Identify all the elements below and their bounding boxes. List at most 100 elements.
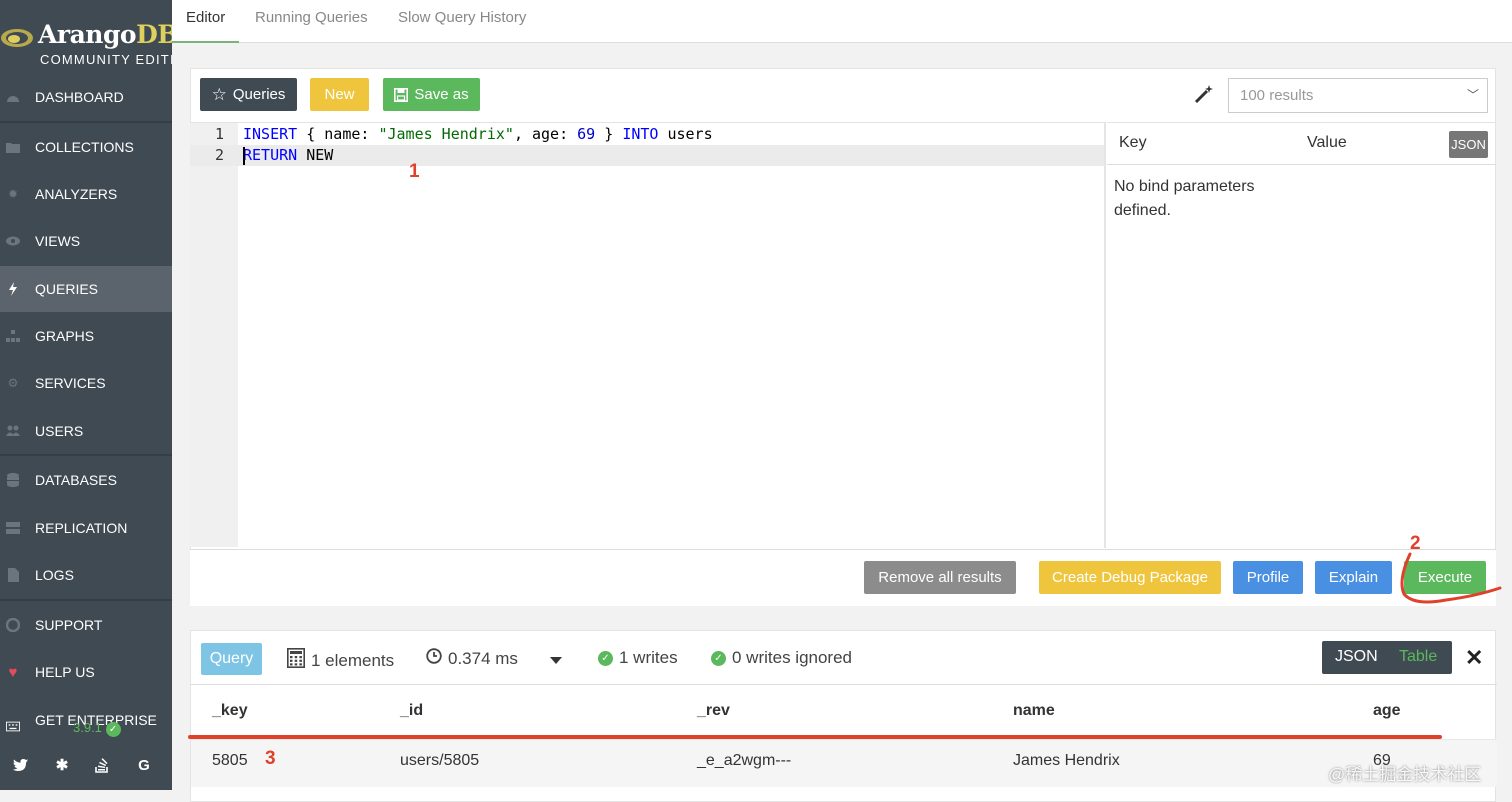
bolt-icon [6, 282, 20, 296]
bind-parameters-panel: Key Value JSON No bind parameters define… [1107, 122, 1496, 548]
cell-rev: _e_a2wgm--- [697, 752, 792, 769]
line-number: 1 [214, 125, 224, 143]
database-icon [6, 473, 20, 487]
sidebar-item-label: LOGS [35, 567, 74, 583]
tab-running-queries[interactable]: Running Queries [255, 0, 368, 43]
sidebar-item-label: GRAPHS [35, 328, 95, 344]
eye-icon [6, 234, 20, 248]
writes-ignored-count: 0 writes ignored [732, 648, 853, 667]
bind-parameters-header: Key Value JSON [1107, 123, 1496, 165]
check-icon: ✓ [105, 722, 121, 737]
star-icon: ☆ [211, 84, 227, 104]
code-token: users [658, 125, 713, 143]
users-icon [6, 424, 20, 438]
annotation-circle [1400, 552, 1502, 604]
edition-label: COMMUNITY EDITION [40, 52, 172, 67]
table-view-button[interactable]: Table [1399, 648, 1437, 666]
queries-button[interactable]: ☆ Queries [200, 78, 297, 111]
new-button[interactable]: New [310, 78, 369, 111]
slack-icon[interactable]: ✱ [52, 755, 72, 775]
clock-icon [426, 648, 442, 669]
code-token: INTO [622, 125, 659, 143]
code-token: "James Hendrix" [378, 125, 514, 143]
bind-json-button[interactable]: JSON [1449, 131, 1488, 158]
google-icon[interactable]: G [134, 755, 154, 775]
sidebar-item-views[interactable]: VIEWS [0, 218, 172, 264]
code-line: RETURN NEW [243, 146, 333, 164]
key-column-header: Key [1119, 134, 1147, 151]
code-token: , age: [513, 125, 578, 143]
annotation-3: 3 [265, 748, 276, 769]
sidebar-item-help-us[interactable]: ♥ HELP US [0, 649, 172, 695]
chevron-down-icon: ﹀ [1466, 88, 1479, 102]
results-panel: Query 1 elements 0.374 ms ✓ 1 writes ✓ 0… [190, 630, 1497, 802]
divider [0, 599, 172, 601]
file-icon [6, 568, 20, 582]
sidebar-item-label: SUPPORT [35, 617, 103, 633]
sidebar-item-analyzers[interactable]: ✹ ANALYZERS [0, 171, 172, 217]
divider [0, 454, 172, 456]
results-limit-select[interactable]: 100 results ﹀ [1228, 78, 1488, 113]
caret-down-icon[interactable] [550, 652, 562, 670]
logo-accent: DB [136, 20, 172, 49]
sidebar-item-services[interactable]: ⚙ SERVICES [0, 360, 172, 406]
query-badge[interactable]: Query [201, 643, 262, 675]
magic-wand-icon[interactable] [1194, 84, 1214, 109]
sidebar-item-label: ANALYZERS [35, 186, 118, 202]
gear-icon: ✹ [7, 187, 19, 201]
code-token: 69 [577, 125, 596, 143]
tab-editor[interactable]: Editor [172, 0, 240, 43]
version-number: 3.9.1 [73, 720, 102, 735]
check-circle-icon: ✓ [598, 650, 613, 666]
tab-slow-query-history[interactable]: Slow Query History [398, 0, 526, 43]
calculator-icon [287, 648, 305, 673]
save-as-label: Save as [414, 86, 469, 103]
sidebar-item-support[interactable]: SUPPORT [0, 602, 172, 648]
dashboard-icon [6, 90, 20, 104]
twitter-icon[interactable] [10, 755, 30, 775]
code-token: RETURN [243, 146, 298, 164]
cell-id: users/5805 [400, 752, 480, 769]
sidebar-item-label: COLLECTIONS [35, 139, 134, 155]
column-header-rev: _rev [697, 702, 730, 719]
sidebar-item-graphs[interactable]: GRAPHS [0, 313, 172, 359]
column-header-id: _id [400, 702, 424, 719]
explain-button[interactable]: Explain [1315, 561, 1392, 594]
remove-all-results-button[interactable]: Remove all results [864, 561, 1016, 594]
code-token: { name: [297, 125, 379, 143]
logo-main: Arango [38, 20, 137, 49]
writes-stat: ✓ 1 writes [598, 648, 678, 668]
close-icon[interactable]: ✕ [1465, 645, 1483, 671]
divider [0, 121, 172, 123]
sidebar-item-label: HELP US [35, 664, 95, 680]
sidebar-item-databases[interactable]: DATABASES [0, 457, 172, 503]
sidebar-item-queries[interactable]: QUERIES [0, 266, 172, 312]
sitemap-icon [6, 329, 20, 343]
sidebar-item-dashboard[interactable]: DASHBOARD [0, 74, 172, 120]
aql-editor[interactable]: 1 2 INSERT { name: "James Hendrix", age:… [190, 122, 1106, 548]
keyboard-icon [6, 719, 20, 733]
queries-button-label: Queries [232, 86, 286, 103]
sidebar-item-label: DATABASES [35, 472, 117, 488]
stackoverflow-icon[interactable] [92, 755, 112, 775]
elements-stat: 1 elements [287, 648, 394, 673]
sidebar-item-collections[interactable]: COLLECTIONS [0, 124, 172, 170]
profile-button[interactable]: Profile [1233, 561, 1303, 594]
logo[interactable]: ArangoDB COMMUNITY EDITION [0, 14, 172, 70]
results-header: Query 1 elements 0.374 ms ✓ 1 writes ✓ 0… [191, 631, 1497, 685]
sidebar-item-replication[interactable]: REPLICATION [0, 505, 172, 551]
code-token: } [595, 125, 623, 143]
sidebar-item-users[interactable]: USERS [0, 408, 172, 454]
sidebar-item-label: VIEWS [35, 233, 81, 249]
top-tab-bar: Editor Running Queries Slow Query Histor… [172, 0, 1512, 43]
sidebar-item-label: USERS [35, 423, 84, 439]
save-as-button[interactable]: Save as [383, 78, 480, 111]
create-debug-package-button[interactable]: Create Debug Package [1039, 561, 1221, 594]
table-row[interactable] [191, 739, 1497, 787]
sidebar-item-logs[interactable]: LOGS [0, 552, 172, 598]
code-token: INSERT [243, 125, 298, 143]
line-gutter [190, 123, 238, 547]
lifebuoy-icon [6, 618, 20, 632]
json-view-button[interactable]: JSON [1335, 648, 1378, 666]
sidebar-item-label: SERVICES [35, 375, 106, 391]
